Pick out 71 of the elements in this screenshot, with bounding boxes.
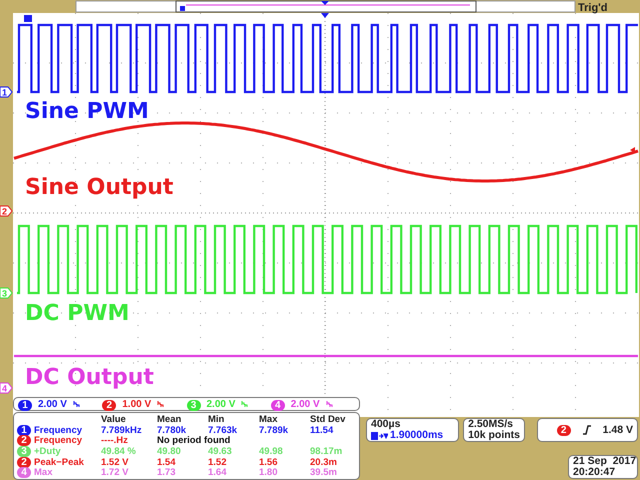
- column-header: Max: [259, 414, 278, 425]
- bandwidth-icon: [72, 400, 80, 408]
- table-cell-text: 1.80: [259, 467, 278, 478]
- channel-badge: 3: [186, 400, 200, 411]
- table-cell-text: 1.73: [157, 467, 176, 478]
- channel-badge: 3: [17, 446, 31, 457]
- channel-marker: 2: [0, 206, 13, 216]
- timebase-scale: 400µs: [371, 419, 402, 430]
- table-cell-text: 1.64: [208, 467, 228, 478]
- trace-label: Sine Output: [25, 174, 174, 201]
- table-cell-text: 1.54: [157, 456, 176, 468]
- bandwidth-icon: [241, 400, 248, 408]
- table-cell-text: 7.789k: [259, 424, 290, 436]
- table-cell-text: ----.Hz: [101, 435, 129, 446]
- trigger-position-icon: [180, 6, 185, 11]
- table-cell-text: 39.5m: [310, 467, 338, 478]
- table-cell-text: 11.54: [310, 424, 334, 436]
- table-cell-text: 49.80: [157, 446, 182, 457]
- column-header: Value: [101, 414, 127, 425]
- channel-badge: 4: [270, 400, 285, 411]
- table-cell-text: 20.3m: [310, 456, 338, 468]
- measurement-name: Peak−Peak: [34, 456, 84, 468]
- channel-marker: 4: [0, 382, 13, 394]
- channel-scale: 2.00 V: [206, 398, 236, 410]
- channel-badge: 2: [556, 424, 571, 436]
- table-cell-text: 1.52 V: [101, 456, 130, 468]
- table-cell-text: 49.98: [259, 446, 284, 457]
- channel-badge: 2: [102, 400, 116, 411]
- table-cell-text: 49.63: [208, 446, 233, 457]
- table-cell-text: 7.763k: [208, 424, 238, 436]
- measurement-name: +Duty: [34, 446, 61, 457]
- sample-rate: 2.50MS/s: [468, 419, 514, 430]
- channel-scale: 2.00 V: [290, 398, 320, 410]
- table-cell-text: No period found: [157, 435, 232, 446]
- trace-label: DC Output: [25, 364, 154, 391]
- trigger-position-icon: [24, 15, 32, 22]
- trace-label: Sine PWM: [25, 98, 149, 125]
- trace-label: DC PWM: [25, 300, 130, 327]
- measurement-name: Max: [34, 467, 52, 478]
- level-marker-icon: [630, 147, 635, 153]
- column-header: Min: [208, 414, 226, 425]
- table-cell-text: 1.52: [208, 456, 228, 468]
- table-cell-text: 49.84 %: [101, 446, 137, 457]
- measurement-name: Frequency: [34, 435, 82, 446]
- channel-scale: 2.00 V: [38, 398, 67, 410]
- column-header: Mean: [157, 414, 182, 425]
- table-cell-text: 1.56: [259, 456, 278, 468]
- channel-badge: 1: [17, 424, 31, 436]
- bandwidth-icon: [157, 400, 164, 408]
- time-text: 20:20:47: [573, 467, 616, 478]
- channel-marker: 3: [0, 288, 13, 298]
- channel-badge: 1: [18, 400, 32, 411]
- table-cell-text: 7.780k: [157, 424, 188, 436]
- trigger-position-icon: [371, 432, 388, 440]
- measurement-name: Frequency: [34, 424, 82, 436]
- trigger-status: Trig'd: [578, 2, 608, 14]
- trigger-level: 1.48 V: [602, 424, 633, 436]
- channel-badge: 4: [17, 467, 31, 478]
- table-cell-text: 7.789kHz: [101, 424, 143, 436]
- timebase-position: 1.90000ms: [390, 430, 444, 441]
- channel-marker: 1: [0, 86, 13, 98]
- channel-badge: 2: [17, 435, 31, 446]
- rising-edge-icon: [582, 425, 591, 435]
- channel-badge: 2: [17, 456, 31, 468]
- bandwidth-icon: [326, 400, 333, 408]
- table-cell-text: 98.17m: [310, 446, 344, 457]
- table-cell-text: 1.72 V: [101, 467, 130, 478]
- trigger-marker-icon: [321, 1, 329, 5]
- column-header: Std Dev: [310, 414, 346, 425]
- channel-scale: 1.00 V: [122, 398, 152, 410]
- record-length: 10k points: [468, 430, 520, 441]
